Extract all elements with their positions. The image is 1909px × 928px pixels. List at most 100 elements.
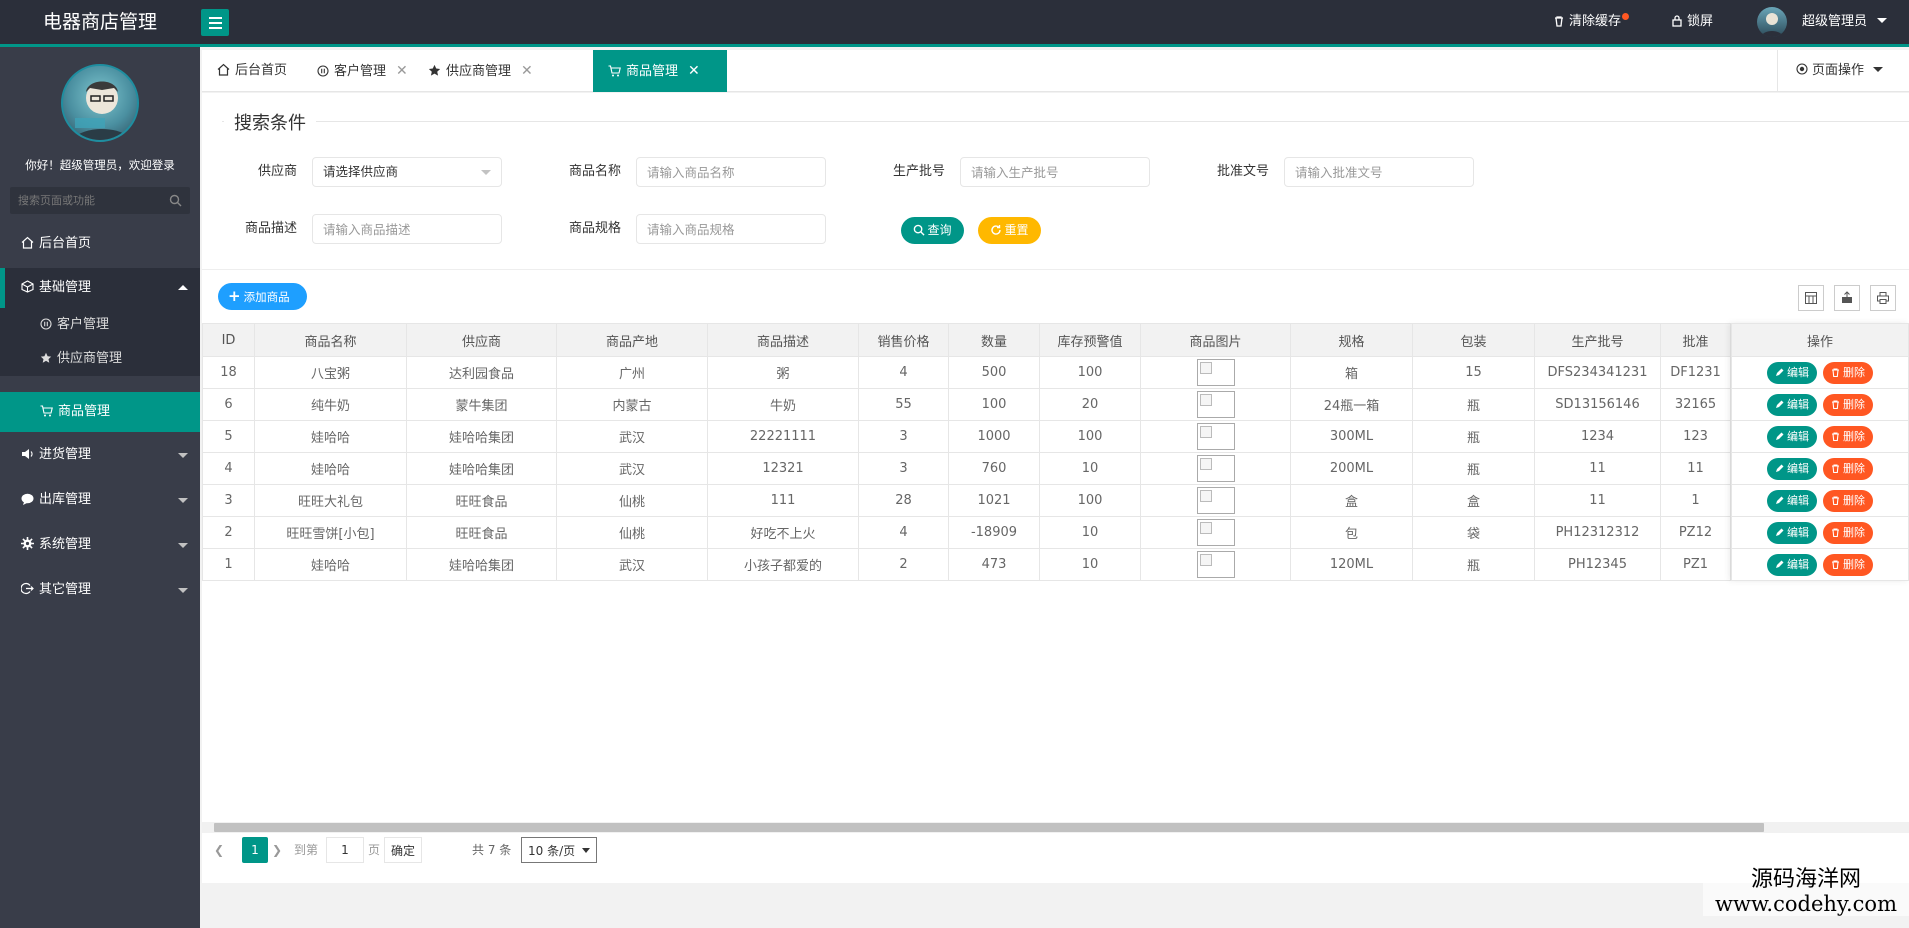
table-cell: 5 (202, 420, 255, 453)
user-menu[interactable]: 超级管理员 (1802, 0, 1888, 44)
table-cell: 4 (858, 516, 949, 549)
table-row[interactable]: 1 娃哈哈 娃哈哈集团 武汉 小孩子都爱的 2 473 10 120ML 瓶 PH12345 PZ1 (202, 548, 1731, 581)
menu-toggle-icon[interactable] (201, 9, 229, 36)
column-header: 库存预警值 (1039, 323, 1141, 357)
table-cell: 旺旺食品 (406, 484, 557, 517)
close-icon[interactable]: ✕ (688, 63, 700, 79)
sidebar-search-input[interactable] (10, 187, 160, 214)
spec-input[interactable] (636, 214, 826, 244)
sidebar-item-outbound[interactable]: 出库管理 (0, 480, 200, 520)
page-size-select[interactable]: 10 条/页 (521, 837, 597, 863)
table-cell: 内蒙古 (556, 388, 708, 421)
delete-button[interactable]: 删除 (1823, 553, 1873, 576)
edit-button[interactable]: 编辑 (1767, 457, 1817, 480)
delete-button[interactable]: 删除 (1823, 361, 1873, 384)
lock-label: 锁屏 (1687, 14, 1714, 29)
close-icon[interactable]: ✕ (521, 63, 533, 79)
column-header: 商品描述 (707, 323, 859, 357)
edit-button[interactable]: 编辑 (1767, 489, 1817, 512)
batch-label: 生产批号 (892, 164, 945, 179)
avatar[interactable] (1757, 7, 1787, 37)
edit-button[interactable]: 编辑 (1767, 361, 1817, 384)
delete-button[interactable]: 删除 (1823, 425, 1873, 448)
edit-button[interactable]: 编辑 (1767, 393, 1817, 416)
table-cell: 好吃不上火 (707, 516, 859, 549)
table-cell: 旺旺雪饼[小包] (254, 516, 407, 549)
next-page-icon[interactable]: ❯ (272, 837, 282, 863)
column-filter-icon[interactable] (1798, 285, 1824, 311)
export-icon[interactable] (1834, 285, 1860, 311)
sidebar-item-customers[interactable]: 客户管理 (0, 308, 200, 342)
edit-button[interactable]: 编辑 (1767, 425, 1817, 448)
product-image-cell (1140, 452, 1291, 485)
edit-button[interactable]: 编辑 (1767, 521, 1817, 544)
scrollbar-thumb[interactable] (214, 823, 1764, 832)
broken-image-icon (1196, 487, 1235, 514)
search-icon[interactable] (169, 194, 182, 207)
trash-icon (1832, 559, 1839, 569)
delete-label: 删除 (1843, 397, 1865, 411)
goto-page-input[interactable] (326, 837, 364, 863)
query-button[interactable]: 查询 (901, 217, 964, 244)
table-row[interactable]: 2 旺旺雪饼[小包] 旺旺食品 仙桃 好吃不上火 4 -18909 10 包袋 PH1231231… (202, 516, 1731, 549)
batch-input[interactable] (960, 157, 1150, 187)
sidebar-item-system[interactable]: 系统管理 (0, 525, 200, 565)
delete-button[interactable]: 删除 (1823, 521, 1873, 544)
sidebar-item-basic[interactable]: 基础管理 (0, 268, 200, 308)
table-cell: DF1231 (1660, 356, 1731, 389)
lock-icon (1672, 15, 1682, 27)
tab-customers[interactable]: 客户管理 ✕ (302, 50, 412, 92)
table-cell: 瓶 (1412, 420, 1535, 453)
column-header: 数量 (948, 323, 1040, 357)
sidebar-item-suppliers[interactable]: 供应商管理 (0, 342, 200, 376)
lock-screen-button[interactable]: 锁屏 (1671, 0, 1713, 44)
broken-image-icon (1196, 391, 1235, 418)
tab-suppliers[interactable]: 供应商管理 ✕ (413, 50, 534, 92)
pencil-icon (1776, 464, 1784, 472)
footer-area (202, 883, 1909, 928)
table-row[interactable]: 4 娃哈哈 娃哈哈集团 武汉 12321 3 760 10 200ML 瓶 11 11 (202, 452, 1731, 485)
clear-cache-button[interactable]: 清除缓存 (1553, 0, 1630, 44)
table-row[interactable]: 18 八宝粥 达利园食品 广州粥 4 500 100 箱 15 DFS234341231 DF123… (202, 356, 1731, 389)
cart-icon (40, 405, 53, 417)
sidebar-item-home[interactable]: 后台首页 (0, 224, 200, 264)
pencil-icon (1776, 496, 1784, 504)
table-cell: 28 (858, 484, 949, 517)
table-cell: 6 (202, 388, 255, 421)
description-input[interactable] (312, 214, 502, 244)
tab-home[interactable]: 后台首页 (202, 50, 302, 92)
delete-button[interactable]: 删除 (1823, 457, 1873, 480)
table-cell: 娃哈哈集团 (406, 452, 557, 485)
sidebar-item-products[interactable]: 商品管理 (0, 392, 200, 432)
close-icon[interactable]: ✕ (396, 63, 408, 79)
prev-page-icon[interactable]: ❮ (214, 837, 224, 863)
table-cell: 娃哈哈集团 (406, 420, 557, 453)
sidebar-item-purchase[interactable]: 进货管理 (0, 435, 200, 475)
tab-products[interactable]: 商品管理 ✕ (593, 50, 727, 92)
trash-icon (1832, 367, 1839, 377)
supplier-select[interactable]: 请选择供应商 (312, 157, 502, 187)
edit-button[interactable]: 编辑 (1767, 553, 1817, 576)
page-operations-menu[interactable]: 页面操作 (1777, 50, 1909, 92)
table-row[interactable]: 3 旺旺大礼包 旺旺食品 仙桃 111 28 1021 100 盒盒 11 1 (202, 484, 1731, 517)
print-icon[interactable] (1870, 285, 1896, 311)
table-row[interactable]: 6 纯牛奶 蒙牛集团 内蒙古 牛奶 55 100 20 24瓶一箱瓶 SD13156146 3216… (202, 388, 1731, 421)
product-name-input[interactable] (636, 157, 826, 187)
sidebar-item-other[interactable]: 其它管理 (0, 570, 200, 610)
ops-column-header: 操作 (1731, 323, 1909, 357)
column-header: 生产批号 (1534, 323, 1661, 357)
approval-input[interactable] (1284, 157, 1474, 187)
column-header: 商品名称 (254, 323, 407, 357)
trash-icon (1832, 527, 1839, 537)
watermark: 源码海洋网 www.codehy.com (1703, 868, 1909, 916)
table-cell: 粥 (707, 356, 859, 389)
delete-button[interactable]: 删除 (1823, 393, 1873, 416)
delete-button[interactable]: 删除 (1823, 489, 1873, 512)
table-row[interactable]: 5 娃哈哈 娃哈哈集团 武汉 22221111 3 1000 100 300ML 瓶 1234 123 (202, 420, 1731, 453)
horizontal-scrollbar[interactable] (202, 822, 1909, 833)
search-fieldset-border (222, 121, 1909, 122)
goto-confirm-button[interactable]: 确定 (384, 837, 422, 863)
page-number-current[interactable]: 1 (242, 837, 268, 863)
reset-button[interactable]: 重置 (978, 217, 1041, 244)
add-product-button[interactable]: + 添加商品 (218, 283, 307, 310)
